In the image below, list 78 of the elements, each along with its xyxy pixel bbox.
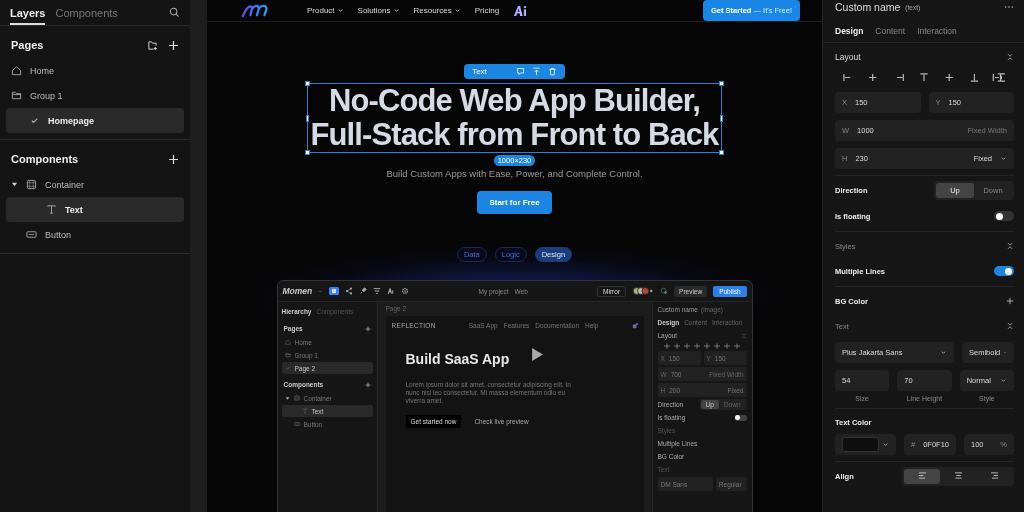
panel-tab[interactable]: Layers xyxy=(10,0,46,25)
expand-icon[interactable] xyxy=(11,181,18,188)
container-icon xyxy=(26,179,37,190)
element-type: Text xyxy=(472,67,487,76)
section-title: Pages xyxy=(11,39,44,51)
page-name: Home xyxy=(30,65,54,76)
add-icon[interactable] xyxy=(168,39,179,51)
layer-item[interactable]: Container xyxy=(6,172,184,197)
page-name: Homepage xyxy=(48,115,94,126)
section-title: Layout xyxy=(835,52,861,62)
layer-name: Container xyxy=(45,179,85,190)
inspector-tab[interactable]: Interaction xyxy=(917,26,957,36)
section-title: Components xyxy=(11,153,79,165)
brand-name[interactable]: Momen xyxy=(282,286,313,296)
button-icon xyxy=(26,229,37,240)
folder-icon xyxy=(284,352,291,358)
page-item[interactable]: Home xyxy=(6,58,184,83)
layer-name: Text xyxy=(65,204,83,215)
caret-icon xyxy=(336,7,344,14)
status-icon xyxy=(660,287,669,295)
add-icon[interactable] xyxy=(168,153,179,165)
add-folder-icon[interactable] xyxy=(147,39,158,51)
caret-icon xyxy=(453,7,461,14)
nav-link[interactable]: Pricing xyxy=(474,6,500,15)
toggle-switch[interactable] xyxy=(734,414,747,421)
page-icon[interactable] xyxy=(329,287,340,295)
inspector-title: Custom name xyxy=(835,1,901,13)
cart-icon[interactable] xyxy=(631,322,638,329)
share-icon[interactable] xyxy=(345,287,354,295)
start-button[interactable]: Start for Free xyxy=(477,191,552,214)
caret-icon xyxy=(940,349,947,356)
collapse-icon[interactable] xyxy=(1006,242,1014,250)
settings-icon[interactable] xyxy=(401,287,410,295)
panel-tab[interactable]: Components xyxy=(55,0,118,25)
caret-icon xyxy=(1000,377,1007,384)
nav-link[interactable]: Solutions xyxy=(357,6,400,15)
caret-icon xyxy=(318,288,324,294)
search-icon[interactable] xyxy=(169,7,180,18)
comment-icon[interactable] xyxy=(515,67,525,76)
ai-icon[interactable] xyxy=(387,287,396,295)
layer-item[interactable]: Button xyxy=(6,222,184,247)
page-item[interactable]: Group 1 xyxy=(6,83,184,108)
folder-icon xyxy=(11,90,22,101)
toggle-switch[interactable] xyxy=(994,211,1014,221)
page-name: Group 1 xyxy=(30,90,63,101)
caret-icon xyxy=(1000,155,1007,162)
filter-icon[interactable] xyxy=(373,287,382,295)
hero-subtitle: Build Custom Apps with Ease, Power, and Complete Control. xyxy=(386,168,643,179)
button-icon xyxy=(293,421,300,427)
inspector-tab[interactable]: Design xyxy=(835,26,864,36)
more-icon[interactable] xyxy=(1004,5,1014,9)
nav-link[interactable]: Product xyxy=(307,6,344,15)
delete-icon[interactable] xyxy=(547,67,557,76)
move-up-icon[interactable] xyxy=(531,67,541,76)
text-icon xyxy=(301,408,308,414)
expand-icon[interactable] xyxy=(284,395,290,401)
align-left-icon[interactable] xyxy=(904,469,940,484)
logo-icon[interactable] xyxy=(241,3,271,18)
home-icon xyxy=(11,65,22,76)
collapse-icon[interactable] xyxy=(1006,322,1014,330)
ai-icon[interactable] xyxy=(513,4,529,17)
avatar-group-icon xyxy=(632,287,655,295)
layer-name: Button xyxy=(45,229,72,240)
caret-icon xyxy=(882,441,889,448)
page-headline: Build SaaS App xyxy=(405,351,510,367)
layer-item[interactable]: Text xyxy=(6,197,184,222)
container-icon xyxy=(293,395,300,401)
page-item[interactable]: Homepage xyxy=(6,108,184,133)
color-picker[interactable] xyxy=(835,434,896,455)
collapse-icon[interactable] xyxy=(1006,53,1014,61)
home-icon xyxy=(284,339,291,345)
caret-icon xyxy=(392,7,400,14)
text-icon xyxy=(46,204,57,215)
check-icon xyxy=(284,365,291,371)
toggle-switch[interactable] xyxy=(994,266,1014,276)
nav-link[interactable]: Resources xyxy=(413,6,461,15)
check-icon xyxy=(29,115,40,126)
inspector-tab[interactable]: Content xyxy=(875,26,906,36)
